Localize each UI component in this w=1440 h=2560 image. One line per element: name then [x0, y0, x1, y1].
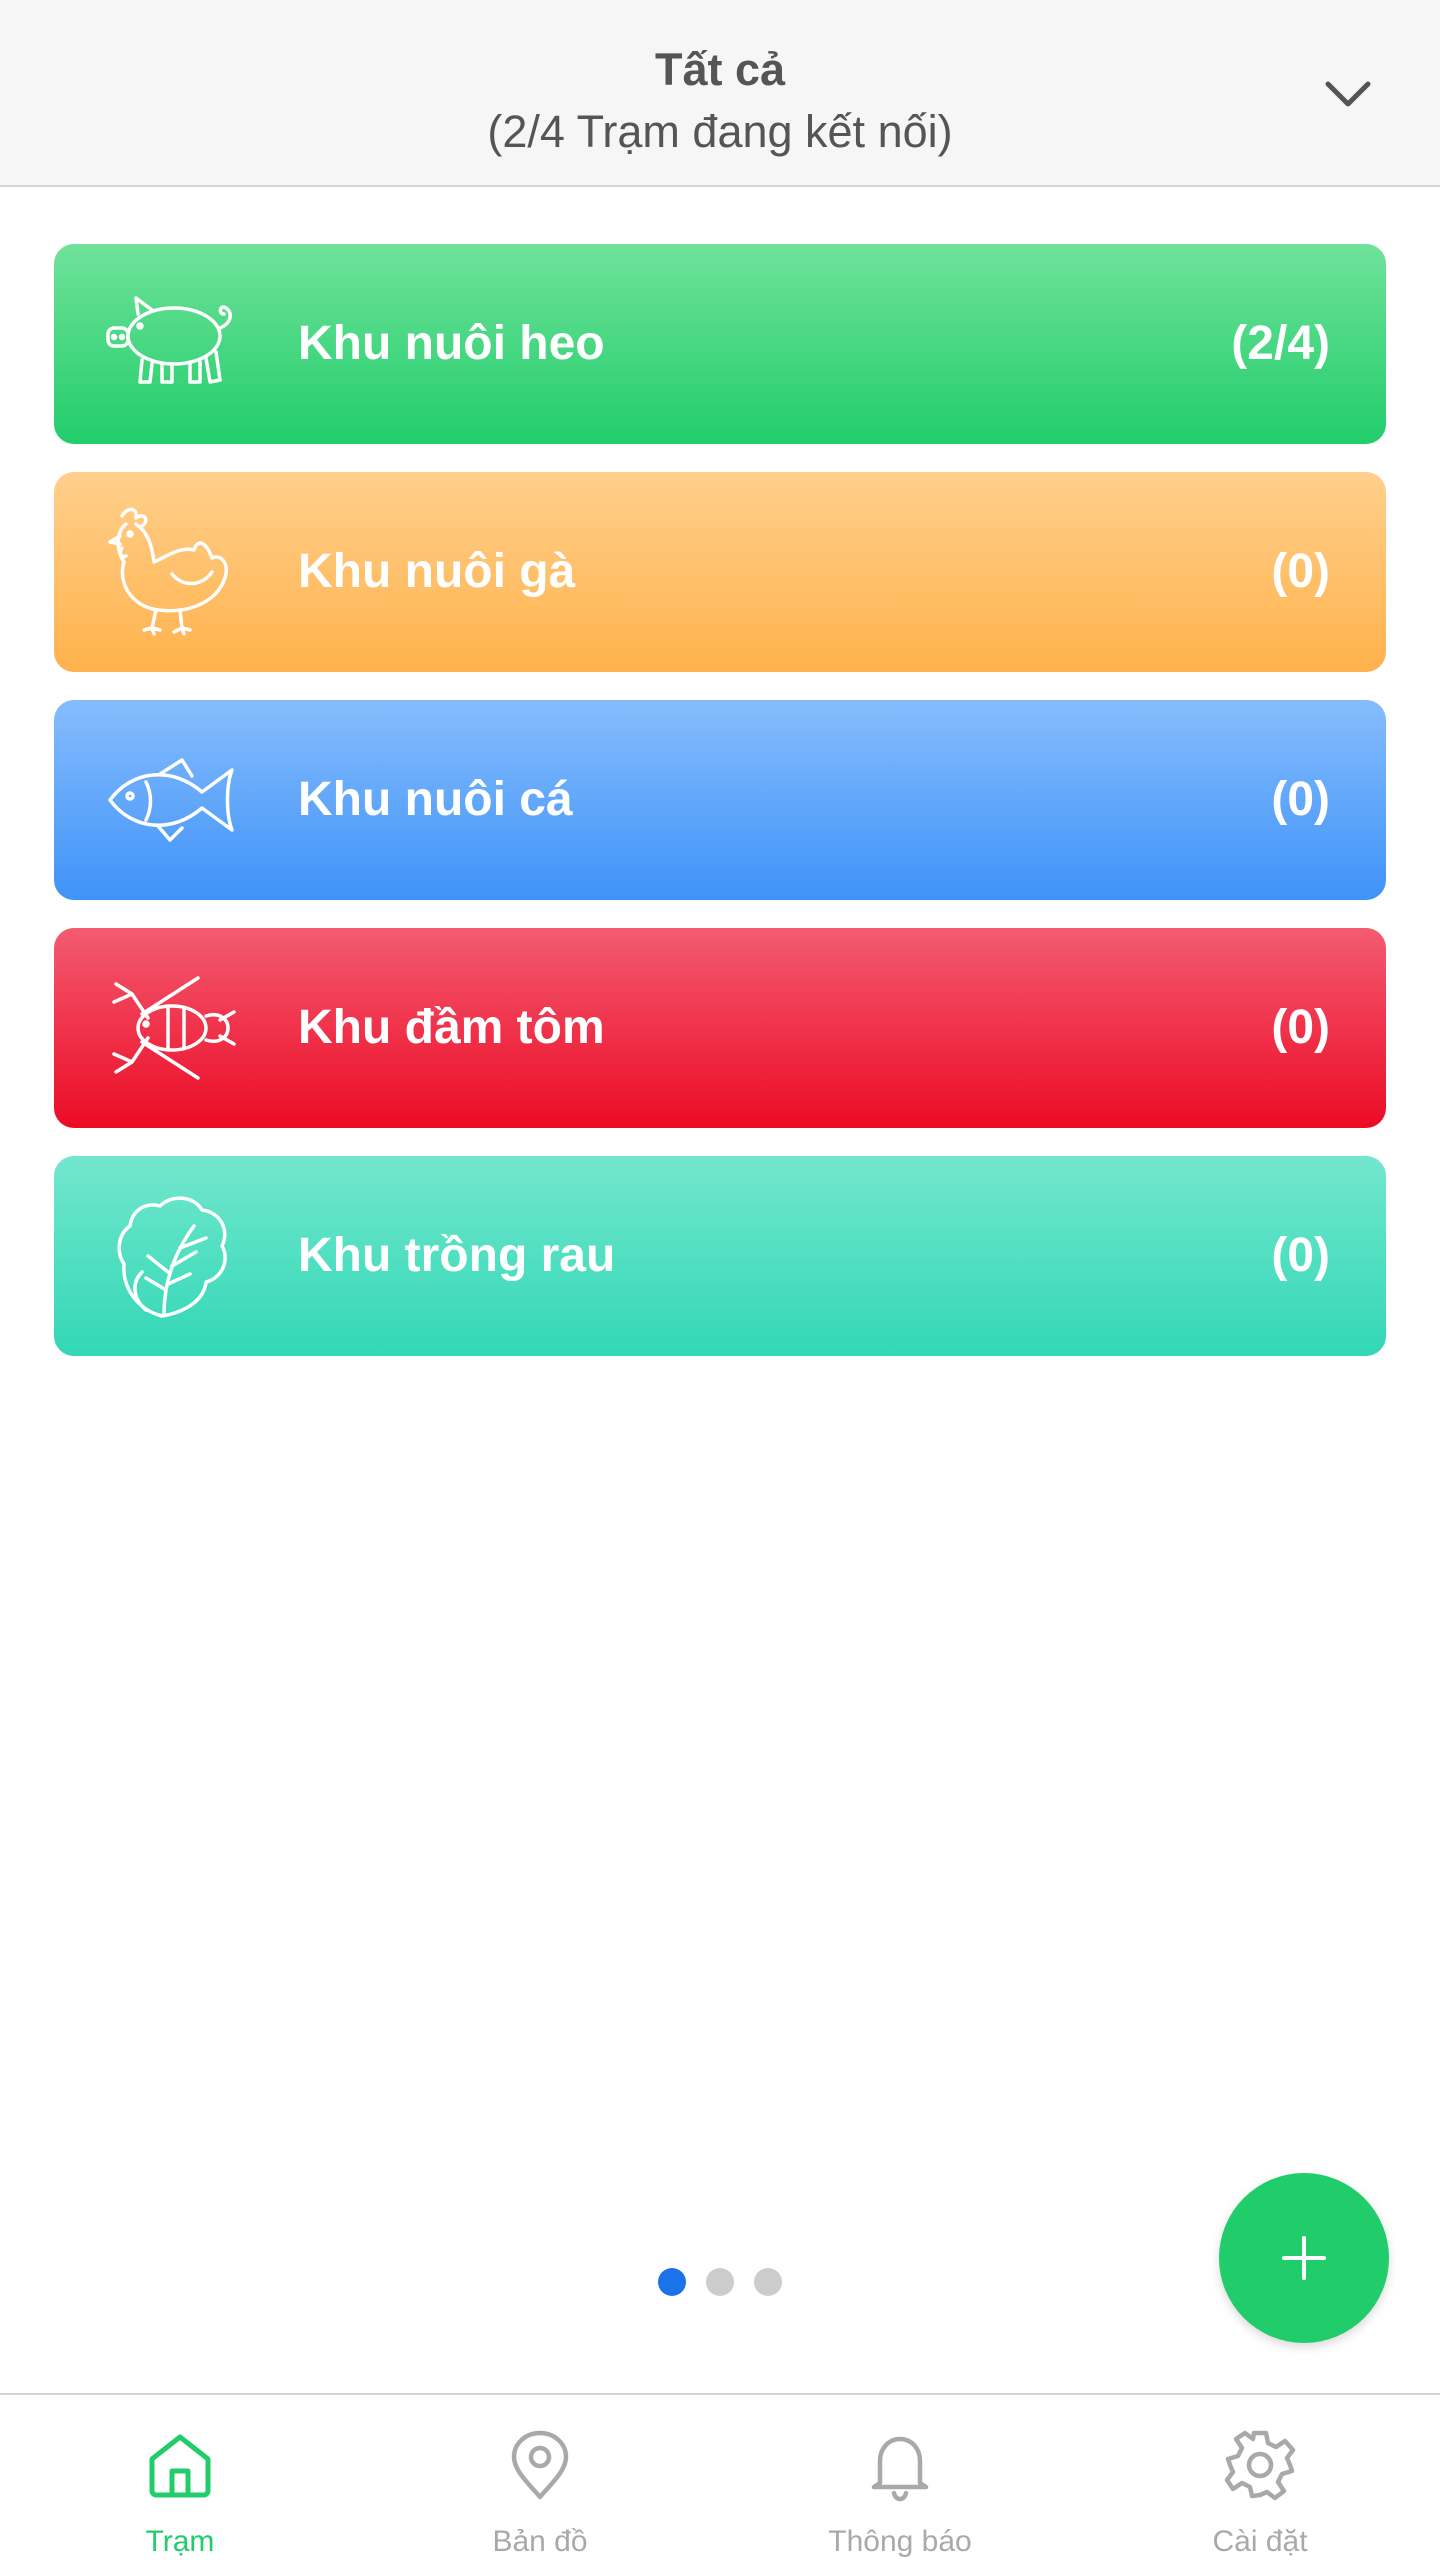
map-pin-icon [502, 2427, 578, 2503]
nav-label: Bản đồ [492, 2525, 588, 2558]
bell-icon [862, 2427, 938, 2503]
add-station-button[interactable] [1219, 2173, 1389, 2343]
pig-icon [102, 274, 242, 414]
nav-item-tram[interactable]: Trạm [0, 2395, 360, 2560]
header-subtitle: (2/4 Trạm đang kết nối) [487, 106, 953, 157]
gear-icon [1222, 2427, 1298, 2503]
lettuce-icon [102, 1186, 242, 1326]
zone-count: (0) [1271, 545, 1330, 598]
header-title: Tất cả [654, 44, 786, 95]
header-bar[interactable]: Tất cả (2/4 Trạm đang kết nối) [0, 0, 1440, 187]
zone-card-vegetable[interactable]: Khu trồng rau (0) [54, 1156, 1386, 1356]
nav-label: Trạm [145, 2525, 215, 2558]
nav-label: Cài đặt [1212, 2525, 1308, 2558]
zone-list: Khu nuôi heo (2/4) Khu nuôi gà (0) Khu n… [54, 244, 1386, 1384]
plus-icon [1282, 2236, 1326, 2280]
chicken-icon [102, 502, 242, 642]
zone-label: Khu nuôi heo [298, 317, 605, 370]
nav-label: Thông báo [828, 2525, 972, 2558]
page-dot-3[interactable] [754, 2268, 782, 2296]
zone-label: Khu đầm tôm [298, 1001, 605, 1054]
zone-card-chicken[interactable]: Khu nuôi gà (0) [54, 472, 1386, 672]
zone-label: Khu nuôi gà [298, 545, 576, 598]
page-dot-2[interactable] [706, 2268, 734, 2296]
zone-count: (0) [1271, 1229, 1330, 1282]
zone-count: (0) [1271, 1001, 1330, 1054]
lobster-icon [102, 958, 242, 1098]
page-dot-1[interactable] [658, 2268, 686, 2296]
zone-card-shrimp[interactable]: Khu đầm tôm (0) [54, 928, 1386, 1128]
zone-label: Khu nuôi cá [298, 773, 573, 826]
nav-item-thong-bao[interactable]: Thông báo [720, 2395, 1080, 2560]
zone-count: (2/4) [1231, 317, 1330, 370]
nav-item-ban-do[interactable]: Bản đồ [360, 2395, 720, 2560]
chevron-down-icon[interactable] [1316, 62, 1380, 126]
zone-label: Khu trồng rau [298, 1229, 616, 1282]
fish-icon [102, 730, 242, 870]
bottom-nav: Trạm Bản đồ Thông báo Cài đặt [0, 2393, 1440, 2560]
zone-card-pig[interactable]: Khu nuôi heo (2/4) [54, 244, 1386, 444]
home-icon [142, 2427, 218, 2503]
zone-count: (0) [1271, 773, 1330, 826]
zone-card-fish[interactable]: Khu nuôi cá (0) [54, 700, 1386, 900]
nav-item-cai-dat[interactable]: Cài đặt [1080, 2395, 1440, 2560]
